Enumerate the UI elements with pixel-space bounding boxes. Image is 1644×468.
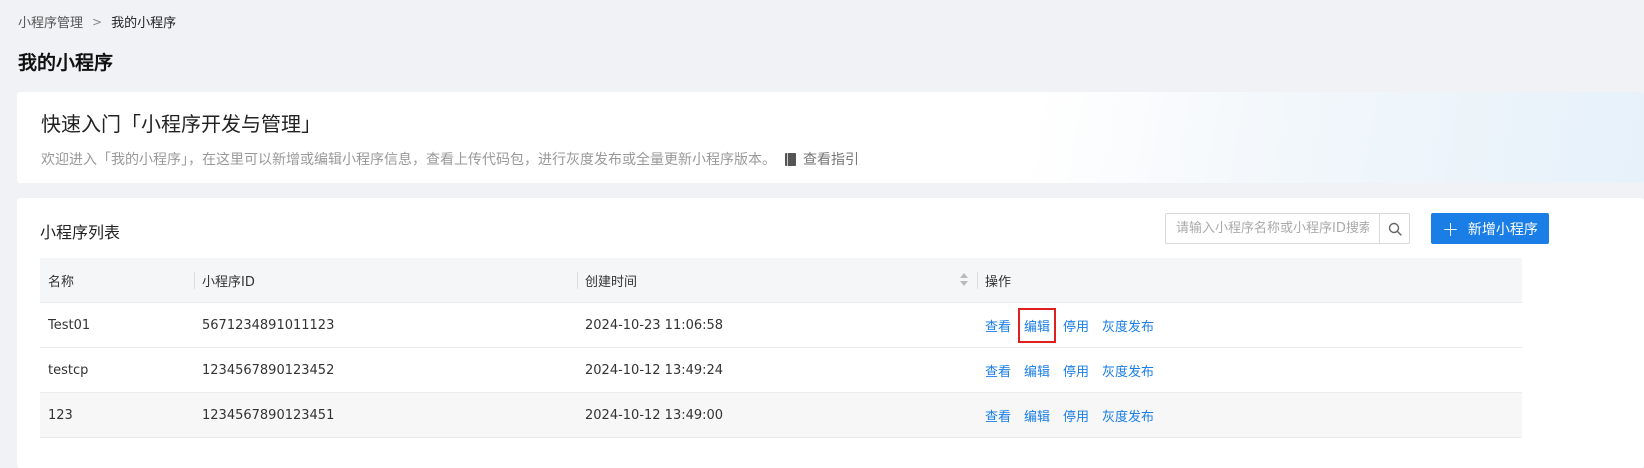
table-row: 123 1234567890123451 2024-10-12 13:49:00…: [40, 393, 1522, 438]
cell-created: 2024-10-12 13:49:24: [585, 362, 724, 378]
cell-created: 2024-10-12 13:49:00: [585, 407, 724, 423]
cell-actions: 查看 编辑 停用 灰度发布: [977, 348, 1522, 393]
gray-release-link[interactable]: 灰度发布: [1102, 404, 1154, 427]
plus-icon: +: [1442, 216, 1459, 241]
search-box: [1165, 213, 1410, 244]
quick-start-title: 快速入门「小程序开发与管理」: [41, 112, 321, 136]
cell-created: 2024-10-23 11:06:58: [585, 317, 724, 333]
column-header-id: 小程序ID: [194, 258, 577, 303]
edit-link[interactable]: 编辑: [1024, 359, 1050, 382]
quick-start-card: 快速入门「小程序开发与管理」 欢迎进入「我的小程序」，在这里可以新增或编辑小程序…: [17, 92, 1644, 183]
sort-icon[interactable]: [960, 272, 968, 286]
cell-name: Test01: [48, 317, 91, 333]
view-link[interactable]: 查看: [985, 404, 1011, 427]
view-guide-link[interactable]: 查看指引: [785, 149, 859, 169]
list-title: 小程序列表: [40, 223, 121, 242]
quick-start-description-row: 欢迎进入「我的小程序」，在这里可以新增或编辑小程序信息，查看上传代码包，进行灰度…: [41, 149, 859, 169]
cell-id: 5671234891011123: [202, 317, 335, 333]
table-header: 名称 小程序ID 创建时间 操作: [40, 258, 1522, 303]
search-input[interactable]: [1166, 214, 1379, 243]
edit-link[interactable]: 编辑: [1024, 404, 1050, 427]
disable-link[interactable]: 停用: [1063, 359, 1089, 382]
table-row: Test01 5671234891011123 2024-10-23 11:06…: [40, 303, 1522, 348]
column-header-created-label: 创建时间: [585, 274, 638, 290]
disable-link[interactable]: 停用: [1063, 404, 1089, 427]
table-row: testcp 1234567890123452 2024-10-12 13:49…: [40, 348, 1522, 393]
column-header-actions-label: 操作: [985, 274, 1012, 290]
breadcrumb-current: 我的小程序: [111, 16, 177, 31]
cell-actions: 查看 编辑 停用 灰度发布: [977, 303, 1522, 348]
gray-release-link[interactable]: 灰度发布: [1102, 314, 1154, 337]
edit-link[interactable]: 编辑: [1018, 307, 1057, 343]
column-header-id-label: 小程序ID: [202, 274, 255, 290]
miniprogram-list-card: 小程序列表 + 新增小程序 名称 小程序ID 创建时间: [17, 198, 1644, 468]
breadcrumb-separator: >: [92, 14, 103, 29]
column-header-name: 名称: [40, 258, 194, 303]
cell-actions: 查看 编辑 停用 灰度发布: [977, 393, 1522, 438]
add-miniprogram-label: 新增小程序: [1467, 221, 1538, 238]
breadcrumb-parent-link[interactable]: 小程序管理: [18, 12, 83, 31]
cell-id: 1234567890123451: [202, 407, 335, 423]
search-button[interactable]: [1379, 214, 1409, 243]
view-link[interactable]: 查看: [985, 359, 1011, 382]
view-link[interactable]: 查看: [985, 314, 1011, 337]
breadcrumb: 小程序管理 > 我的小程序: [18, 12, 177, 32]
page-title: 我的小程序: [18, 52, 114, 74]
cell-name: 123: [48, 407, 73, 423]
cell-name: testcp: [48, 362, 89, 378]
column-header-actions: 操作: [977, 258, 1522, 303]
gray-release-link[interactable]: 灰度发布: [1102, 359, 1154, 382]
add-miniprogram-button[interactable]: + 新增小程序: [1431, 213, 1549, 244]
view-guide-label: 查看指引: [803, 152, 859, 168]
column-header-created[interactable]: 创建时间: [577, 258, 977, 303]
cell-id: 1234567890123452: [202, 362, 335, 378]
book-icon: [785, 152, 796, 166]
search-icon: [1388, 222, 1402, 236]
miniprogram-table: 名称 小程序ID 创建时间 操作 Test01 5671234891011123…: [40, 258, 1522, 438]
column-header-name-label: 名称: [48, 274, 75, 290]
disable-link[interactable]: 停用: [1063, 314, 1089, 337]
quick-start-description: 欢迎进入「我的小程序」，在这里可以新增或编辑小程序信息，查看上传代码包，进行灰度…: [41, 152, 776, 168]
